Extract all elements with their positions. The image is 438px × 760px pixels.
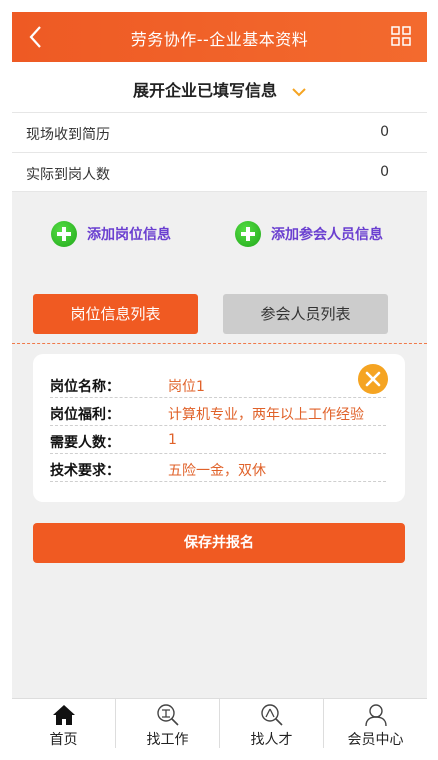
add-attendee-label: 添加参会人员信息: [271, 227, 383, 243]
divider: [12, 343, 427, 344]
stat-row-resumes: 现场收到简历 0: [12, 112, 427, 152]
app-screen: 劳务协作--企业基本资料 展开企业已填写信息 现场收到简历 0 实际到岗人数 0…: [12, 12, 427, 748]
stat-label: 现场收到简历: [26, 127, 110, 143]
search-job-icon: [156, 704, 179, 726]
grid-icon[interactable]: [391, 26, 411, 46]
stat-label: 实际到岗人数: [26, 167, 110, 183]
tab-position-list[interactable]: 岗位信息列表: [33, 294, 198, 334]
add-attendee-button[interactable]: 添加参会人员信息: [235, 220, 383, 248]
save-and-register-button[interactable]: 保存并报名: [33, 523, 405, 563]
bottom-tab-bar: 首页 找工作 找人才 会员中心: [12, 698, 427, 748]
plus-circle-icon: [51, 221, 77, 247]
field-row-benefits: 岗位福利： 计算机专业，两年以上工作经验: [50, 398, 386, 426]
field-label: 岗位福利：: [50, 407, 120, 423]
plus-circle-icon: [235, 221, 261, 247]
stat-value: 0: [380, 164, 389, 180]
tab-find-talent[interactable]: 找人才: [219, 699, 323, 748]
field-row-requirements: 技术要求： 五险一金，双休: [50, 454, 386, 482]
stat-value: 0: [380, 124, 389, 140]
user-icon: [364, 704, 387, 727]
stat-row-arrivals: 实际到岗人数 0: [12, 152, 427, 192]
expand-info-toggle[interactable]: 展开企业已填写信息: [12, 62, 427, 112]
tab-member-center[interactable]: 会员中心: [323, 699, 427, 748]
add-position-button[interactable]: 添加岗位信息: [51, 220, 171, 248]
add-position-label: 添加岗位信息: [87, 227, 171, 243]
tab-home[interactable]: 首页: [12, 699, 115, 748]
tab-find-job[interactable]: 找工作: [115, 699, 219, 748]
expand-info-label: 展开企业已填写信息: [132, 81, 277, 100]
tab-attendee-list[interactable]: 参会人员列表: [223, 294, 388, 334]
header-bar: 劳务协作--企业基本资料: [12, 12, 427, 62]
field-label: 需要人数：: [50, 435, 120, 451]
tab-label: 会员中心: [347, 732, 404, 748]
tab-label: 首页: [49, 732, 78, 748]
position-card: 岗位名称： 岗位1 岗位福利： 计算机专业，两年以上工作经验 需要人数： 1 技…: [33, 354, 405, 502]
field-row-name: 岗位名称： 岗位1: [50, 370, 386, 398]
field-value: 计算机专业，两年以上工作经验: [168, 407, 364, 423]
home-icon: [52, 705, 75, 725]
tab-label: 找人才: [250, 732, 293, 748]
field-label: 技术要求：: [50, 463, 120, 479]
field-value: 五险一金，双休: [168, 463, 266, 479]
field-row-headcount: 需要人数： 1: [50, 426, 386, 454]
chevron-down-icon: [292, 82, 306, 97]
field-value: 1: [168, 432, 177, 448]
tab-label: 找工作: [146, 732, 189, 748]
field-value: 岗位1: [168, 379, 205, 395]
search-talent-icon: [260, 704, 283, 726]
field-label: 岗位名称：: [50, 379, 120, 395]
page-title: 劳务协作--企业基本资料: [130, 30, 309, 49]
